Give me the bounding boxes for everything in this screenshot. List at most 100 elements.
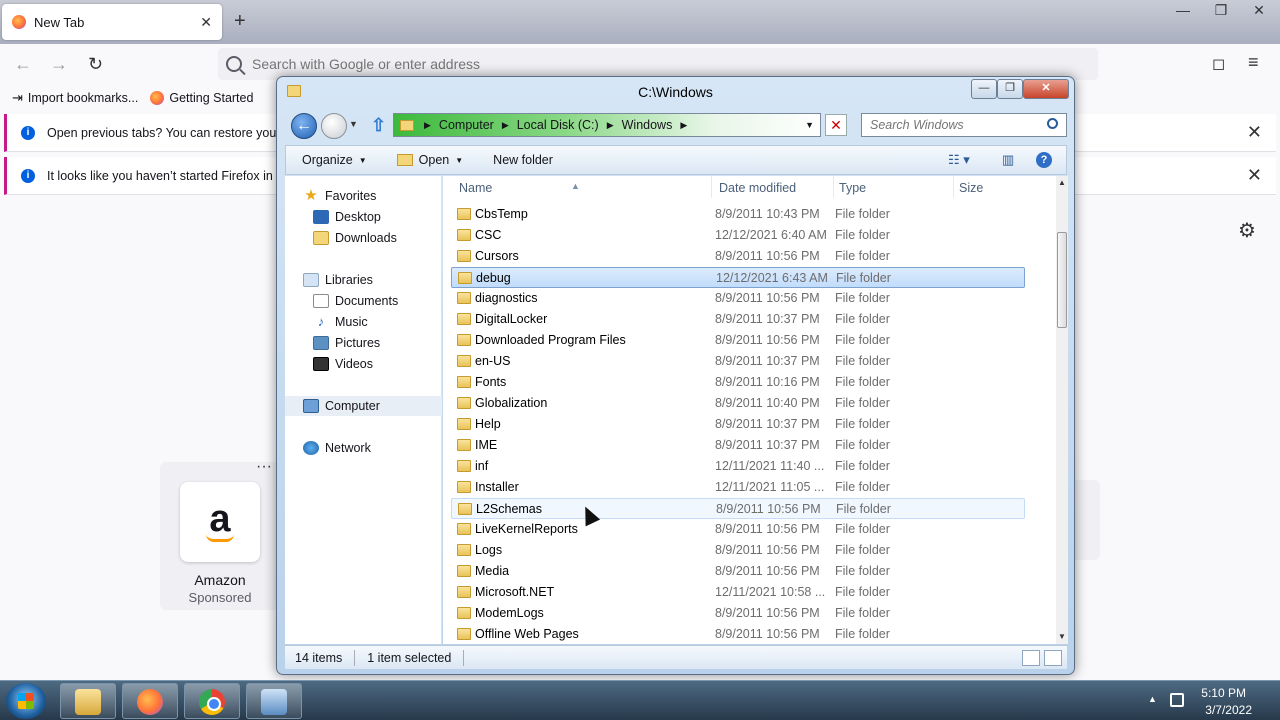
restore-button[interactable]: ❐ (1212, 2, 1230, 19)
more-options-icon[interactable]: ··· (256, 458, 272, 476)
minimize-button[interactable]: — (1174, 2, 1192, 19)
tab-close-icon[interactable]: ✕ (200, 14, 212, 31)
preview-pane-icon[interactable]: ▥ (1002, 152, 1014, 168)
chevron-right-icon[interactable]: ▶ (502, 120, 509, 131)
nav-network[interactable]: Network (285, 438, 442, 458)
file-row[interactable]: CbsTemp 8/9/2011 10:43 PM File folder (451, 204, 1025, 225)
file-row[interactable]: ModemLogs 8/9/2011 10:56 PM File folder (451, 603, 1025, 624)
file-row[interactable]: CSC 12/12/2021 6:40 AM File folder (451, 225, 1025, 246)
new-folder-button[interactable]: New folder (493, 153, 553, 167)
forward-arrow-icon[interactable]: → (50, 54, 68, 75)
nav-documents[interactable]: Documents (285, 291, 442, 311)
start-button[interactable] (6, 683, 46, 719)
file-row[interactable]: Logs 8/9/2011 10:56 PM File folder (451, 540, 1025, 561)
bookmark-getting-started[interactable]: Getting Started (150, 91, 253, 105)
scroll-up-icon[interactable]: ▲ (1056, 176, 1068, 190)
file-row[interactable]: L2Schemas 8/9/2011 10:56 PM File folder (451, 498, 1025, 519)
column-type[interactable]: Type (839, 181, 866, 195)
close-window-button[interactable]: ✕ (1250, 2, 1268, 19)
file-row[interactable]: Help 8/9/2011 10:37 PM File folder (451, 414, 1025, 435)
close-button[interactable]: ✕ (1023, 79, 1069, 99)
file-row[interactable]: Cursors 8/9/2011 10:56 PM File folder (451, 246, 1025, 267)
file-row[interactable]: diagnostics 8/9/2011 10:56 PM File folder (451, 288, 1025, 309)
nav-libraries[interactable]: Libraries (285, 270, 442, 290)
file-row[interactable]: en-US 8/9/2011 10:37 PM File folder (451, 351, 1025, 372)
column-date-modified[interactable]: Date modified (719, 181, 796, 195)
recent-pages-dropdown[interactable]: ▼ (349, 119, 358, 129)
chevron-right-icon[interactable]: ▶ (680, 120, 687, 131)
folder-icon (457, 607, 471, 619)
back-arrow-icon[interactable]: ← (14, 54, 32, 75)
bookmark-import[interactable]: ⇥ Import bookmarks... (12, 90, 138, 106)
nav-pictures[interactable]: Pictures (285, 333, 442, 353)
file-row[interactable]: Downloaded Program Files 8/9/2011 10:56 P… (451, 330, 1025, 351)
stop-button[interactable]: ✕ (825, 114, 847, 136)
details-view-icon[interactable] (1022, 650, 1040, 666)
open-button[interactable]: Open ▼ (396, 153, 463, 167)
nav-videos[interactable]: Videos (285, 354, 442, 374)
breadcrumb-windows[interactable]: Windows (622, 118, 673, 132)
help-icon[interactable]: ? (1036, 152, 1052, 168)
up-arrow-icon[interactable]: ⇧ (371, 115, 386, 136)
taskbar-app-chrome[interactable] (184, 683, 240, 719)
file-row[interactable]: Installer 12/11/2021 11:05 ... File folder (451, 477, 1025, 498)
column-size[interactable]: Size (959, 181, 983, 195)
breadcrumb-local-disk[interactable]: Local Disk (C:) (517, 118, 599, 132)
file-row[interactable]: IME 8/9/2011 10:37 PM File folder (451, 435, 1025, 456)
large-icons-view-icon[interactable] (1044, 650, 1062, 666)
nav-favorites[interactable]: ★ Favorites (285, 186, 442, 206)
network-status-icon[interactable] (1170, 693, 1184, 707)
column-name[interactable]: Name (459, 181, 492, 195)
vertical-scrollbar[interactable]: ▲ ▼ (1056, 176, 1068, 644)
back-button[interactable]: ← (291, 113, 317, 139)
breadcrumb-computer[interactable]: Computer (439, 118, 494, 132)
address-bar[interactable]: ▶ Computer ▶ Local Disk (C:) ▶ Windows ▶… (393, 113, 821, 137)
file-row[interactable]: Offline Web Pages 8/9/2011 10:56 PM File f… (451, 624, 1025, 645)
search-box[interactable] (861, 113, 1067, 137)
item-count: 14 items (295, 650, 343, 665)
file-row[interactable]: Fonts 8/9/2011 10:16 PM File folder (451, 372, 1025, 393)
file-row[interactable]: LiveKernelReports 8/9/2011 10:56 PM File f… (451, 519, 1025, 540)
close-icon[interactable]: ✕ (1247, 165, 1262, 186)
file-row[interactable]: Media 8/9/2011 10:56 PM File folder (451, 561, 1025, 582)
chevron-right-icon[interactable]: ▶ (607, 120, 614, 131)
file-date: 8/9/2011 10:56 PM (715, 564, 820, 578)
pocket-icon[interactable]: ◻ (1212, 54, 1225, 74)
chevron-right-icon[interactable]: ▶ (424, 120, 431, 131)
settings-gear-icon[interactable]: ⚙ (1238, 218, 1256, 243)
menu-icon[interactable]: ≡ (1248, 52, 1259, 73)
nav-music[interactable]: ♪ Music (285, 312, 442, 332)
taskbar-app-control-panel[interactable] (246, 683, 302, 719)
file-row[interactable]: inf 12/11/2021 11:40 ... File folder (451, 456, 1025, 477)
file-row[interactable]: Microsoft.NET 12/11/2021 10:58 ... File fo… (451, 582, 1025, 603)
view-options-icon[interactable]: ☷ ▾ (948, 152, 970, 168)
file-row[interactable]: DigitalLocker 8/9/2011 10:37 PM File folde… (451, 309, 1025, 330)
shortcut-tile-amazon[interactable]: ··· a Amazon Sponsored (160, 458, 280, 610)
taskbar-app-firefox[interactable] (122, 683, 178, 719)
taskbar-app-explorer[interactable] (60, 683, 116, 719)
organize-button[interactable]: Organize ▼ (302, 153, 367, 167)
bookmark-label: Import bookmarks... (27, 91, 139, 105)
search-input[interactable] (870, 118, 1040, 132)
url-input[interactable] (252, 56, 852, 72)
show-hidden-icons-icon[interactable]: ▲ (1148, 694, 1157, 704)
close-icon[interactable]: ✕ (1247, 122, 1262, 143)
file-row[interactable]: Globalization 8/9/2011 10:40 PM File folde… (451, 393, 1025, 414)
nav-downloads[interactable]: Downloads (285, 228, 442, 248)
tab-new-tab[interactable]: New Tab ✕ (2, 4, 222, 40)
minimize-button[interactable]: — (971, 79, 997, 99)
forward-button[interactable] (321, 113, 347, 139)
nav-computer[interactable]: Computer (285, 396, 442, 416)
maximize-button[interactable]: ❐ (997, 79, 1023, 99)
folder-icon (457, 355, 471, 367)
nav-desktop[interactable]: Desktop (285, 207, 442, 227)
clock-time[interactable]: 5:10 PM (1201, 686, 1246, 700)
scroll-thumb[interactable] (1057, 232, 1067, 328)
clock-date[interactable]: 3/7/2022 (1205, 703, 1252, 717)
chevron-down-icon[interactable]: ▼ (805, 120, 814, 130)
new-tab-button[interactable]: + (234, 10, 246, 33)
reload-icon[interactable]: ↻ (88, 54, 103, 75)
file-row[interactable]: debug 12/12/2021 6:43 AM File folder (451, 267, 1025, 288)
scroll-down-icon[interactable]: ▼ (1056, 630, 1068, 644)
file-name: Logs (475, 543, 503, 557)
